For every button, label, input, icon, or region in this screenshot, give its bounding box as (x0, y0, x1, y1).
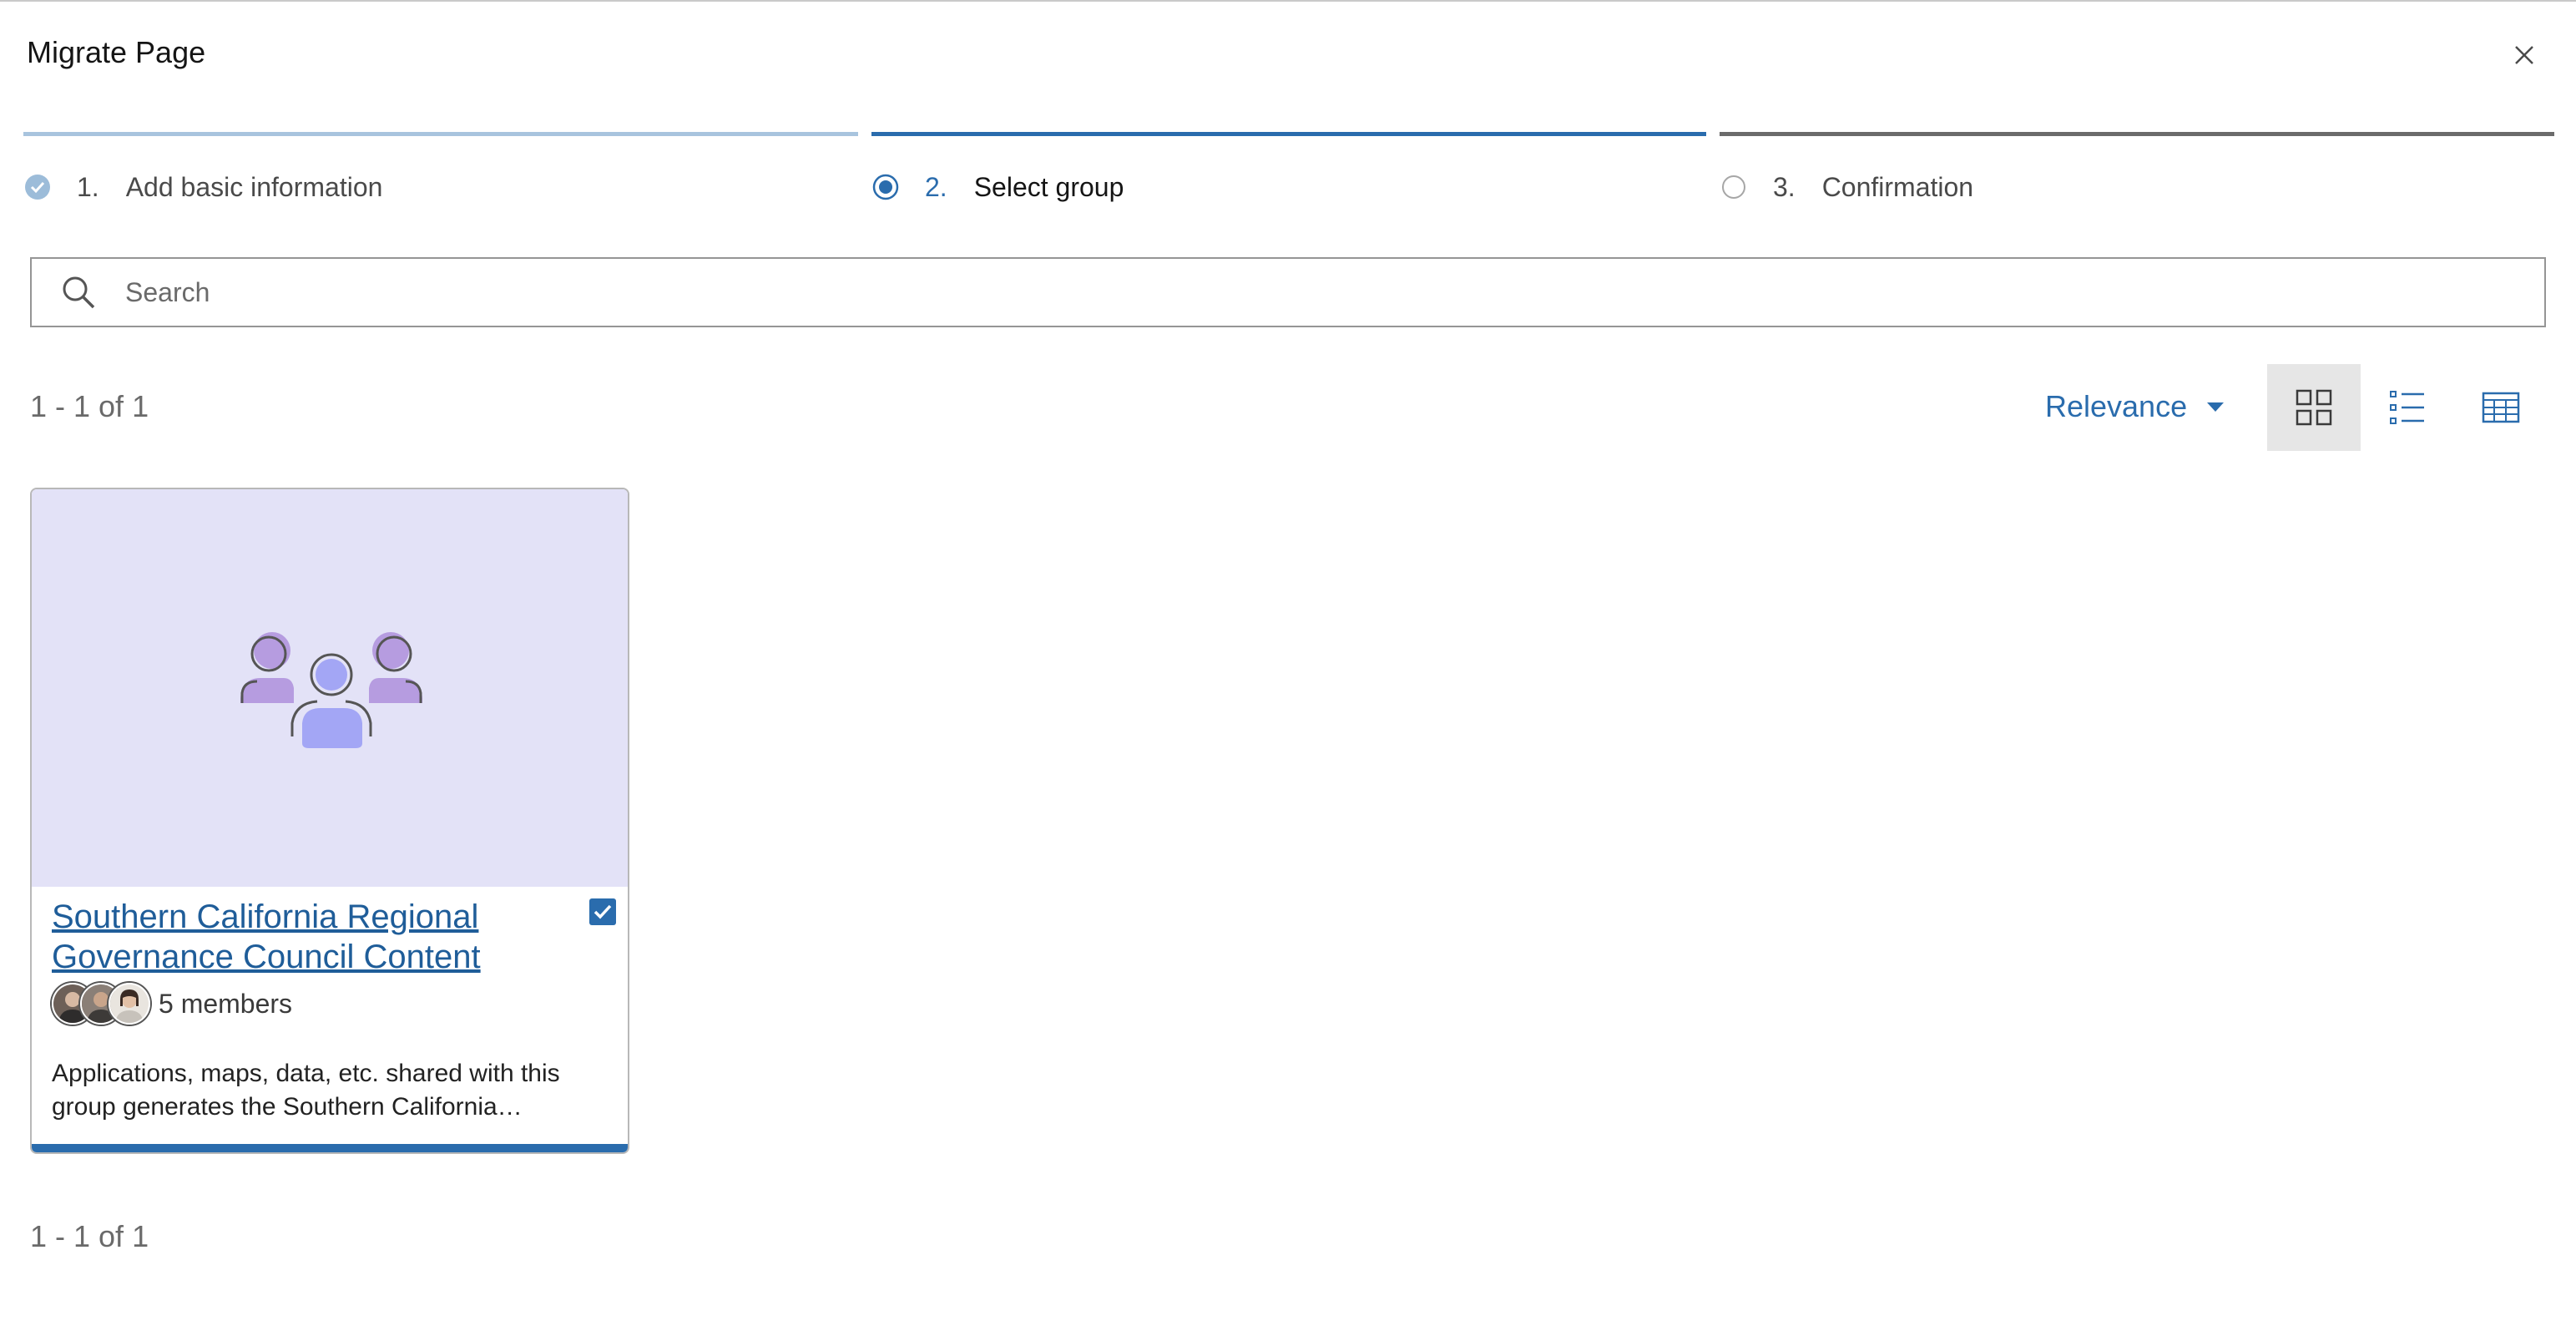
close-button[interactable] (2508, 38, 2541, 72)
radio-selected-icon (871, 173, 900, 201)
step-2-progress-bar (871, 132, 1706, 136)
group-title-link[interactable]: Southern California Regional Governance … (52, 897, 544, 977)
grid-view-button[interactable] (2267, 364, 2361, 451)
grid-view-icon (2296, 389, 2332, 426)
member-info: 5 members (52, 982, 292, 1025)
avatar (109, 983, 150, 1025)
selected-card-accent (32, 1144, 628, 1152)
group-icon (240, 632, 422, 748)
checkmark-icon (593, 904, 612, 919)
dialog-title: Migrate Page (27, 35, 206, 69)
search-icon (63, 276, 95, 309)
check-circle-icon (23, 173, 52, 201)
result-count-bottom: 1 - 1 of 1 (30, 1219, 149, 1253)
group-select-checkbox[interactable] (589, 898, 616, 925)
radio-empty-icon (1720, 173, 1748, 201)
list-view-button[interactable] (2361, 364, 2454, 451)
step-confirmation[interactable]: 3. Confirmation (1720, 167, 1973, 207)
step-number: 2. (925, 171, 947, 202)
caret-down-icon (2207, 402, 2225, 412)
table-view-icon (2482, 392, 2520, 423)
step-add-basic-information[interactable]: 1. Add basic information (23, 167, 382, 207)
step-select-group[interactable]: 2. Select group (871, 167, 1124, 207)
search-input[interactable] (124, 276, 2544, 309)
top-border (0, 0, 2576, 2)
table-view-button[interactable] (2454, 364, 2548, 451)
step-1-progress-bar (23, 132, 858, 136)
step-number: 3. (1773, 171, 1796, 202)
result-count-top: 1 - 1 of 1 (30, 389, 149, 423)
step-label: Add basic information (125, 171, 383, 202)
group-description: Applications, maps, data, etc. shared wi… (52, 1060, 560, 1121)
step-label: Confirmation (1821, 171, 1974, 202)
close-icon (2515, 46, 2533, 64)
member-count: 5 members (159, 988, 293, 1019)
step-3-progress-bar (1720, 132, 2554, 136)
search-box (30, 257, 2546, 327)
group-card[interactable]: Southern California Regional Governance … (30, 488, 629, 1154)
sort-dropdown[interactable]: Relevance (2045, 389, 2225, 424)
step-number: 1. (77, 171, 99, 202)
sort-label: Relevance (2045, 389, 2188, 423)
step-label: Select group (973, 171, 1124, 202)
group-thumbnail (32, 489, 628, 887)
list-view-icon (2390, 391, 2424, 424)
